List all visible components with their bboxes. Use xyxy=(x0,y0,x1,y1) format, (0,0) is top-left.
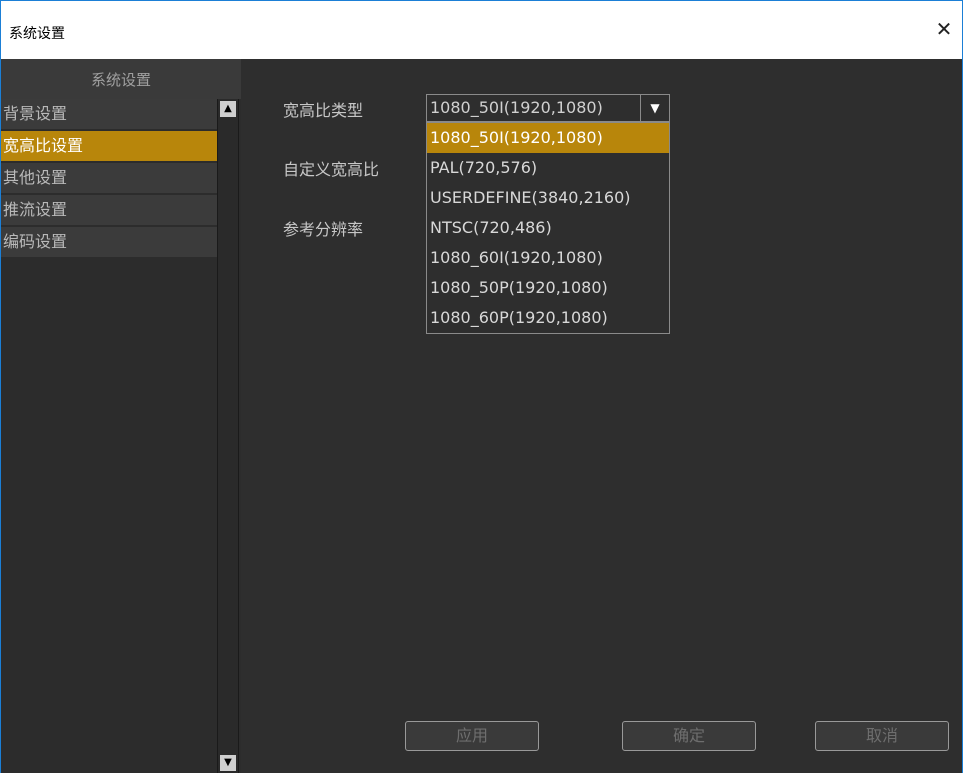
sidebar-header: 系统设置 xyxy=(1,59,241,99)
custom-aspect-label: 自定义宽高比 xyxy=(283,160,380,179)
dropdown-option[interactable]: 1080_50P(1920,1080) xyxy=(427,273,669,303)
sidebar: 系统设置 背景设置 宽高比设置 其他设置 推流设置 编码设置 ▲ ▼ xyxy=(1,59,241,773)
settings-window: 系统设置 ✕ 系统设置 背景设置 宽高比设置 其他设置 推流设置 编码设置 ▲ … xyxy=(0,0,963,773)
content-panel: 宽高比类型 自定义宽高比 参考分辨率 1080_50I(1920,1080) ▼… xyxy=(241,59,962,773)
cancel-button[interactable]: 取消 xyxy=(815,721,949,751)
aspect-type-dropdown: 1080_50I(1920,1080) PAL(720,576) USERDEF… xyxy=(426,122,670,334)
scroll-up-icon[interactable]: ▲ xyxy=(220,101,236,117)
sidebar-item-aspect-ratio[interactable]: 宽高比设置 xyxy=(1,131,217,161)
apply-button[interactable]: 应用 xyxy=(405,721,539,751)
dropdown-option[interactable]: USERDEFINE(3840,2160) xyxy=(427,183,669,213)
sidebar-list: 背景设置 宽高比设置 其他设置 推流设置 编码设置 xyxy=(1,99,217,259)
close-icon[interactable]: ✕ xyxy=(930,15,958,43)
dropdown-option[interactable]: 1080_60P(1920,1080) xyxy=(427,303,669,333)
sidebar-item-encoding[interactable]: 编码设置 xyxy=(1,227,217,257)
dropdown-option[interactable]: NTSC(720,486) xyxy=(427,213,669,243)
sidebar-title: 系统设置 xyxy=(90,71,151,89)
ok-button[interactable]: 确定 xyxy=(622,721,756,751)
chevron-down-icon[interactable]: ▼ xyxy=(640,95,669,121)
dropdown-option[interactable]: 1080_50I(1920,1080) xyxy=(427,123,669,153)
sidebar-item-streaming[interactable]: 推流设置 xyxy=(1,195,217,225)
aspect-type-label: 宽高比类型 xyxy=(283,101,364,120)
sidebar-item-other[interactable]: 其他设置 xyxy=(1,163,217,193)
scroll-down-icon[interactable]: ▼ xyxy=(220,755,236,771)
dropdown-option[interactable]: 1080_60I(1920,1080) xyxy=(427,243,669,273)
sidebar-item-background[interactable]: 背景设置 xyxy=(1,99,217,129)
aspect-type-select[interactable]: 1080_50I(1920,1080) ▼ xyxy=(426,94,670,122)
sidebar-scrollbar[interactable]: ▲ ▼ xyxy=(217,99,239,773)
aspect-type-value: 1080_50I(1920,1080) xyxy=(430,98,603,117)
title-bar: 系统设置 ✕ xyxy=(1,1,962,59)
dropdown-option[interactable]: PAL(720,576) xyxy=(427,153,669,183)
window-title: 系统设置 xyxy=(9,26,65,42)
reference-resolution-label: 参考分辨率 xyxy=(283,220,364,239)
